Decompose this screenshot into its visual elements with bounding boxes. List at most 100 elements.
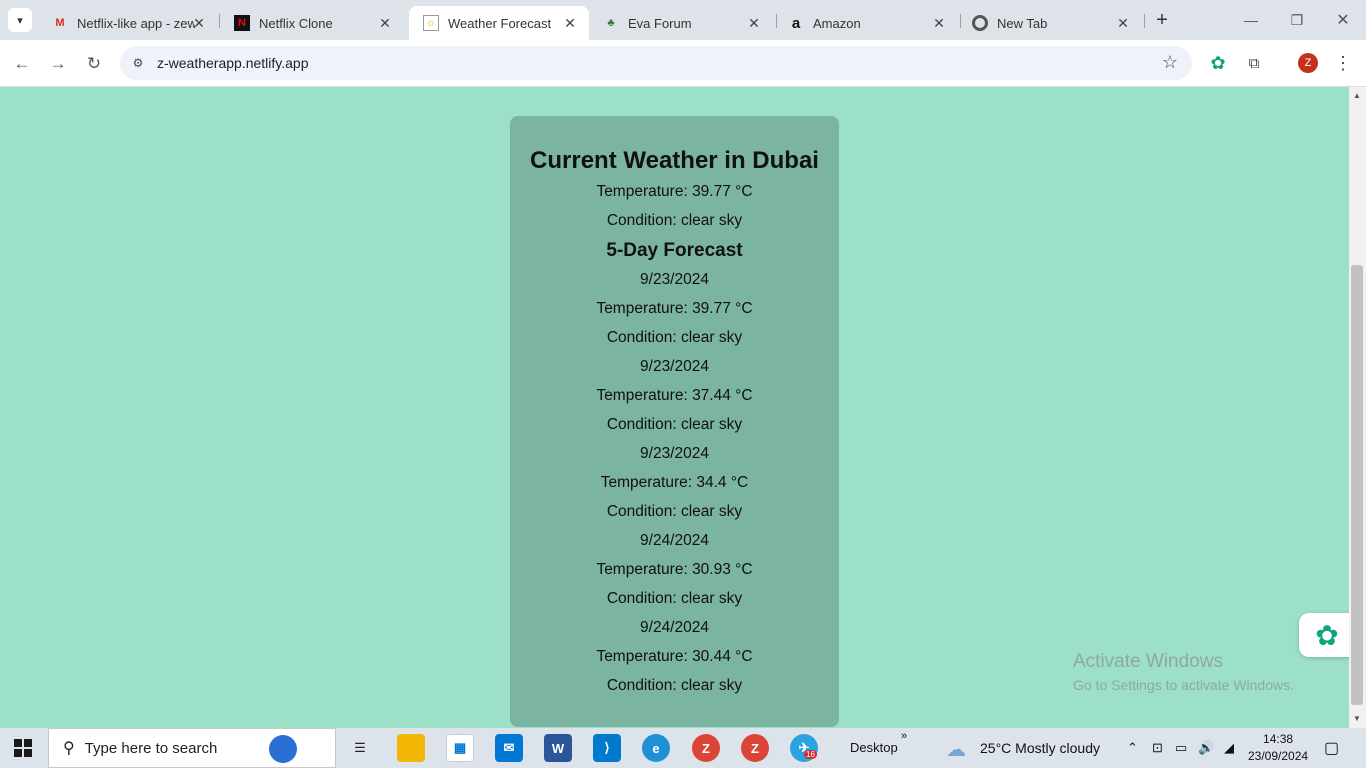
amazon-icon: a xyxy=(791,14,801,32)
scrollbar-thumb[interactable] xyxy=(1351,265,1363,705)
forecast-temperature: Temperature: 37.44 °C xyxy=(596,387,753,404)
extensions-puzzle-icon[interactable]: ⧉ xyxy=(1243,52,1265,74)
site-settings-icon[interactable]: ⚙ xyxy=(129,56,147,70)
clock-time: 14:38 xyxy=(1263,732,1294,746)
page-title: Current Weather in Dubai xyxy=(530,147,819,174)
tab-gmail[interactable]: M Netflix-like app - zew ✕ xyxy=(38,6,218,40)
url-text[interactable]: z-weatherapp.netlify.app xyxy=(157,55,309,71)
cloud-weather-icon: ☁ xyxy=(946,739,966,761)
battery-icon[interactable]: ▭ xyxy=(1175,740,1187,756)
scroll-down-icon[interactable]: ▼ xyxy=(1353,714,1361,723)
forecast-date: 9/23/2024 xyxy=(640,358,709,375)
address-bar[interactable]: ⚙ z-weatherapp.netlify.app ☆ xyxy=(120,46,1192,80)
tab-title: Weather Forecast xyxy=(448,15,552,31)
vscode-icon[interactable]: ⟩ xyxy=(593,734,621,762)
forecast-condition: Condition: clear sky xyxy=(606,590,743,607)
forecast-temperature: Temperature: 30.93 °C xyxy=(596,561,753,578)
taskbar-clock[interactable]: 14:38 23/09/2024 xyxy=(1248,731,1308,765)
tab-netflix-clone[interactable]: N Netflix Clone ✕ xyxy=(220,6,404,40)
windows-taskbar: ⚲ Type here to search ☰ ▦ ✉ W ⟩ e Z Z ✈ … xyxy=(0,728,1366,768)
close-tab-icon[interactable]: ✕ xyxy=(930,14,948,32)
toolbar-overflow-icon[interactable]: » xyxy=(901,730,907,742)
edge-icon[interactable]: e xyxy=(642,734,670,762)
forecast-temperature: Temperature: 34.4 °C xyxy=(600,474,749,491)
tab-title: Amazon xyxy=(813,15,861,31)
taskbar-search-box[interactable]: ⚲ Type here to search xyxy=(48,728,336,768)
task-view-icon[interactable]: ☰ xyxy=(346,734,374,762)
volume-icon[interactable]: 🔊 xyxy=(1198,740,1214,756)
menu-kebab-icon[interactable]: ⋮ xyxy=(1332,52,1354,74)
notification-icon[interactable]: ▢ xyxy=(1324,738,1339,758)
microsoft-store-icon[interactable]: ▦ xyxy=(446,734,474,762)
tab-title: Netflix-like app - zew xyxy=(77,15,195,31)
tab-eva-forum[interactable]: ♣ Eva Forum ✕ xyxy=(589,6,773,40)
network-device-icon[interactable]: ⊡ xyxy=(1152,740,1163,756)
chatgpt-floating-icon[interactable]: ✿ xyxy=(1299,613,1355,657)
wifi-icon[interactable]: ◢ xyxy=(1224,740,1234,756)
profile-avatar[interactable]: Z xyxy=(1297,52,1319,74)
chrome-icon xyxy=(972,15,988,31)
chatgpt-extension-icon[interactable]: ✿ xyxy=(1207,52,1229,74)
forecast-condition: Condition: clear sky xyxy=(606,329,743,346)
watermark-title: Activate Windows xyxy=(1073,651,1223,672)
bookmark-star-icon[interactable]: ☆ xyxy=(1162,52,1178,73)
forum-icon: ♣ xyxy=(607,17,615,29)
tab-separator xyxy=(1144,14,1145,28)
search-placeholder: Type here to search xyxy=(84,739,218,757)
current-condition: Condition: clear sky xyxy=(606,212,743,229)
forecast-condition: Condition: clear sky xyxy=(606,416,743,433)
avatar: Z xyxy=(1298,53,1318,73)
tab-weather-forecast[interactable]: ☼ Weather Forecast ✕ xyxy=(409,6,589,40)
current-temperature: Temperature: 39.77 °C xyxy=(596,183,753,200)
desktop-toolbar-label[interactable]: Desktop xyxy=(850,740,898,755)
forecast-condition: Condition: clear sky xyxy=(606,503,743,520)
minimize-icon[interactable]: — xyxy=(1236,8,1266,32)
activate-windows-watermark: Activate Windows Go to Settings to activ… xyxy=(1073,651,1294,697)
close-tab-icon[interactable]: ✕ xyxy=(1114,14,1132,32)
close-window-icon[interactable]: ✕ xyxy=(1328,8,1358,32)
weather-card: Current Weather in Dubai Temperature: 39… xyxy=(510,116,839,727)
windows-start-icon[interactable] xyxy=(14,739,32,757)
forecast-date: 9/23/2024 xyxy=(640,445,709,462)
chrome-profile-z-icon[interactable]: Z xyxy=(692,734,720,762)
forecast-date: 9/23/2024 xyxy=(640,271,709,288)
clock-date: 23/09/2024 xyxy=(1248,749,1309,763)
mail-icon[interactable]: ✉ xyxy=(495,734,523,762)
new-tab-button[interactable]: + xyxy=(1151,9,1173,31)
netflix-icon: N xyxy=(234,15,250,31)
forecast-condition: Condition: clear sky xyxy=(606,677,743,694)
weather-widget[interactable]: 25°C Mostly cloudy xyxy=(980,740,1100,756)
tab-title: Eva Forum xyxy=(628,15,692,31)
tab-title: New Tab xyxy=(997,15,1048,31)
tab-new-tab[interactable]: New Tab ✕ xyxy=(958,6,1142,40)
file-explorer-icon[interactable] xyxy=(397,734,425,762)
telegram-badge: 16 xyxy=(804,750,817,759)
forecast-temperature: Temperature: 30.44 °C xyxy=(596,648,753,665)
close-tab-icon[interactable]: ✕ xyxy=(561,14,579,32)
forecast-temperature: Temperature: 39.77 °C xyxy=(596,300,753,317)
tab-strip: ▾ M Netflix-like app - zew ✕ N Netflix C… xyxy=(0,0,1366,40)
browser-toolbar: ← → ↻ ⚙ z-weatherapp.netlify.app ☆ ✿ ⧉ Z… xyxy=(0,40,1366,87)
forward-icon[interactable]: → xyxy=(46,52,70,76)
close-tab-icon[interactable]: ✕ xyxy=(190,14,208,32)
show-hidden-icons-chevron-icon[interactable]: ⌃ xyxy=(1127,740,1138,756)
scroll-up-icon[interactable]: ▲ xyxy=(1353,91,1361,100)
search-highlight-icon xyxy=(269,735,297,763)
tab-search-dropdown-icon[interactable]: ▾ xyxy=(8,8,32,32)
restore-icon[interactable]: ❐ xyxy=(1282,8,1312,32)
search-icon: ⚲ xyxy=(63,740,75,757)
close-tab-icon[interactable]: ✕ xyxy=(376,14,394,32)
forecast-date: 9/24/2024 xyxy=(640,619,709,636)
word-icon[interactable]: W xyxy=(544,734,572,762)
watermark-subtitle: Go to Settings to activate Windows. xyxy=(1073,677,1294,693)
chrome-profile-z2-icon[interactable]: Z xyxy=(741,734,769,762)
weather-icon: ☼ xyxy=(423,15,439,31)
close-tab-icon[interactable]: ✕ xyxy=(745,14,763,32)
reload-icon[interactable]: ↻ xyxy=(82,52,106,76)
forecast-date: 9/24/2024 xyxy=(640,532,709,549)
back-icon[interactable]: ← xyxy=(10,52,34,76)
forecast-heading: 5-Day Forecast xyxy=(606,240,743,261)
tab-title: Netflix Clone xyxy=(259,15,333,31)
tab-amazon[interactable]: a Amazon ✕ xyxy=(774,6,958,40)
page-scrollbar[interactable]: ▲ ▼ xyxy=(1349,87,1366,728)
